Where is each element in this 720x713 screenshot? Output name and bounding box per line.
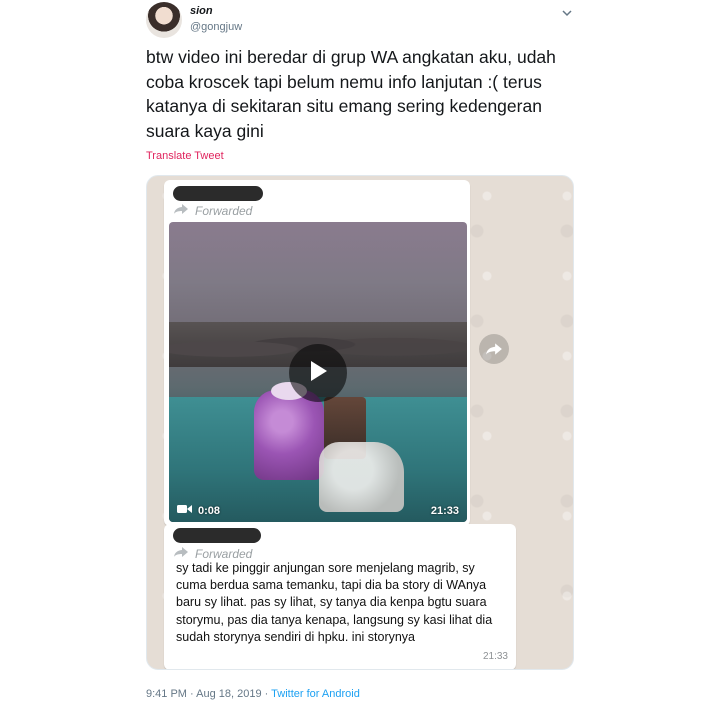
display-name[interactable]: sion (190, 5, 213, 17)
text-message-bubble: Forwarded sy tadi ke pinggir anjungan so… (164, 524, 516, 669)
redacted-sender (173, 186, 263, 201)
avatar[interactable] (146, 2, 182, 38)
tweet-media-image[interactable]: Forwarded 0:08 21:33 Forwarded sy tadi k… (146, 175, 574, 670)
forwarded-label-row: Forwarded (173, 203, 252, 218)
video-scene-cup (254, 390, 324, 480)
tweet-source-link[interactable]: Twitter for Android (271, 688, 360, 700)
forwarded-label: Forwarded (195, 546, 253, 561)
translate-tweet-link[interactable]: Translate Tweet (146, 150, 224, 162)
video-duration-row: 0:08 (177, 504, 220, 517)
chevron-down-icon[interactable] (561, 6, 573, 18)
play-button[interactable] (289, 344, 347, 402)
forward-arrow-icon (173, 546, 189, 561)
video-thumbnail[interactable]: 0:08 21:33 (169, 222, 467, 522)
message-text: sy tadi ke pinggir anjungan sore menjela… (176, 561, 493, 644)
play-icon (307, 359, 329, 388)
forwarded-label-row: Forwarded (173, 546, 252, 561)
video-duration: 0:08 (198, 504, 221, 517)
redacted-sender (173, 528, 261, 543)
tweet-footer: 9:41 PM · Aug 18, 2019 · Twitter for And… (146, 688, 360, 700)
video-timestamp: 21:33 (430, 505, 459, 517)
forwarded-label: Forwarded (195, 203, 253, 218)
video-scene-bag (319, 442, 404, 512)
share-forward-icon[interactable] (479, 334, 509, 364)
tweet-timestamp[interactable]: 9:41 PM · Aug 18, 2019 · (146, 688, 271, 700)
forward-arrow-icon (173, 203, 189, 218)
message-timestamp: 21:33 (482, 651, 508, 662)
video-camera-icon (177, 504, 193, 517)
user-handle[interactable]: @gongjuw (190, 21, 242, 33)
tweet-text: btw video ini beredar di grup WA angkata… (146, 47, 556, 141)
video-message-bubble: Forwarded 0:08 21:33 (164, 180, 470, 526)
